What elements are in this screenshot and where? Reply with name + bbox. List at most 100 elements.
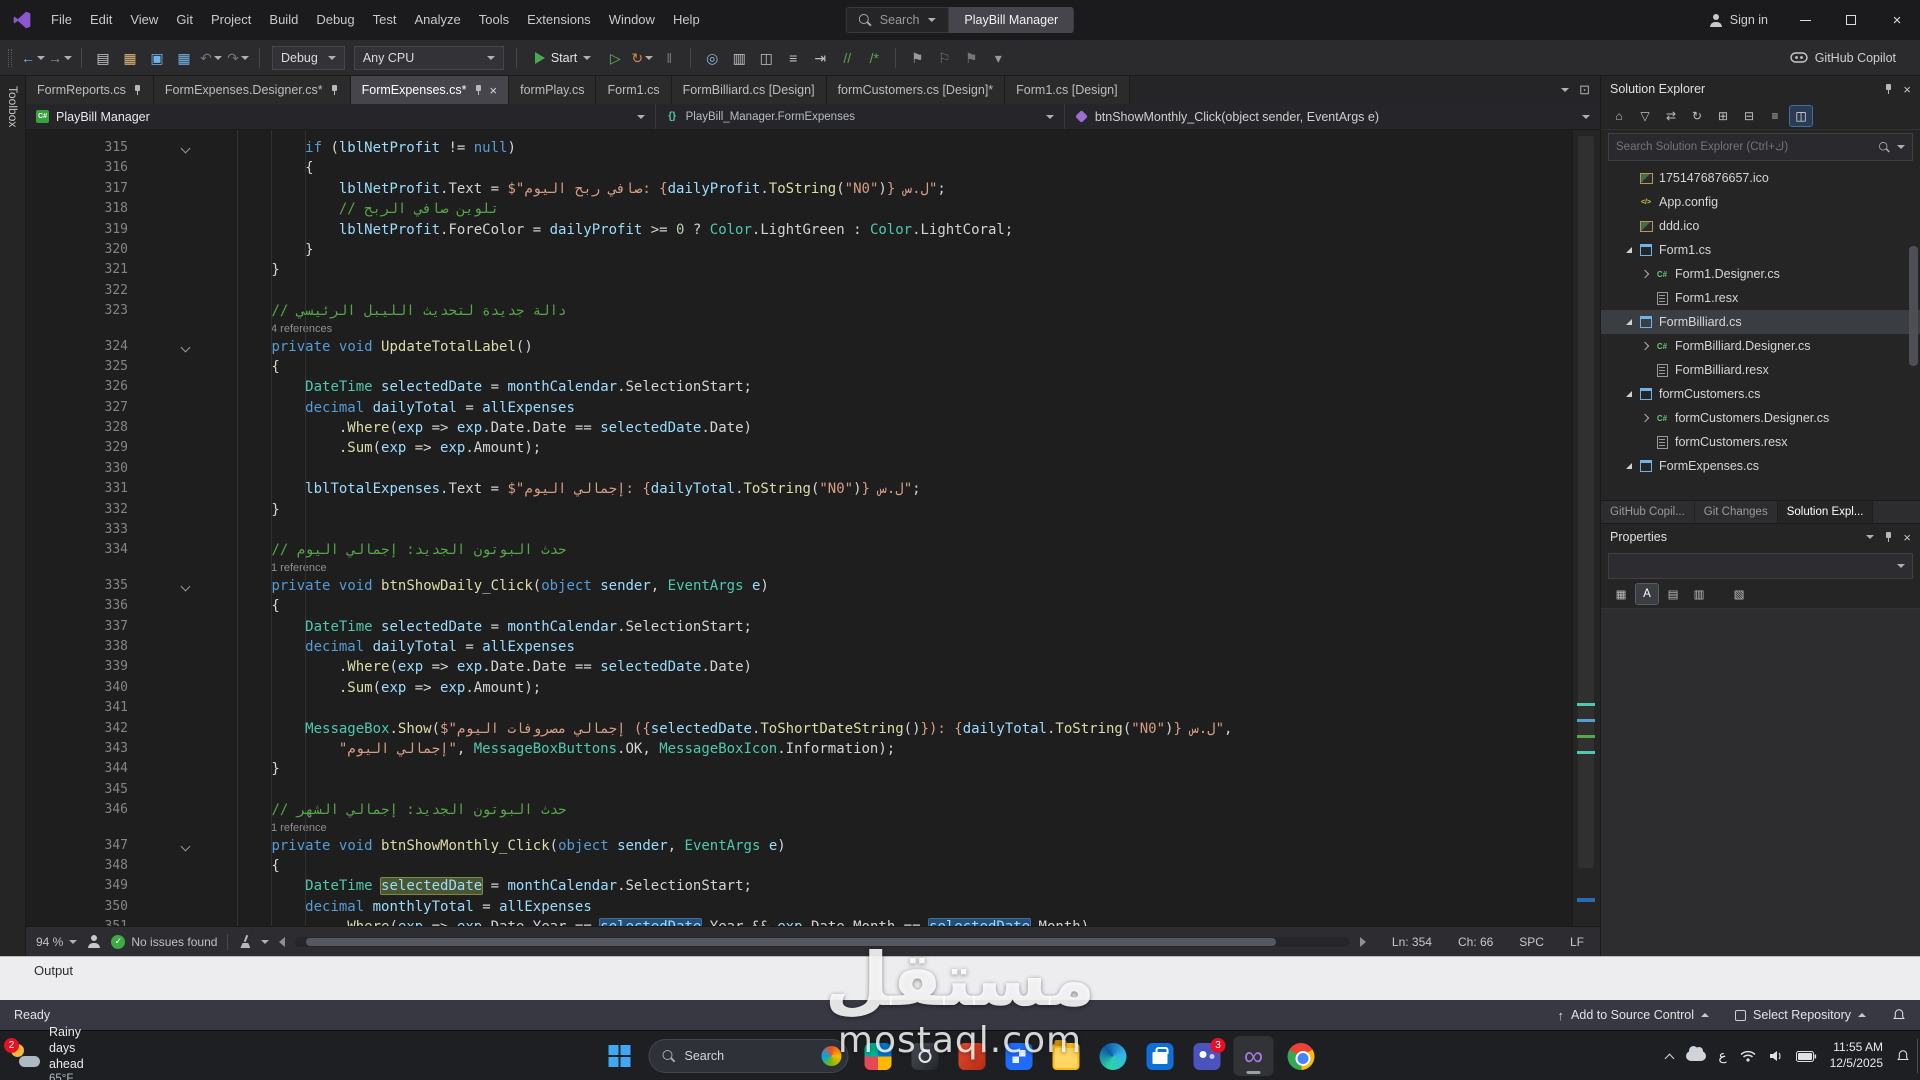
line-number[interactable]: 326 [26, 377, 128, 397]
line-number[interactable]: 331 [26, 479, 128, 499]
line-number[interactable]: 337 [26, 617, 128, 637]
editor-vertical-scrollbar[interactable] [1572, 130, 1600, 926]
scroll-left-arrow[interactable] [279, 937, 285, 947]
fold-margin[interactable] [128, 739, 204, 759]
tree-item-ddd-ico[interactable]: ddd.ico [1601, 214, 1920, 238]
indent-icon[interactable]: ⇥ [808, 46, 832, 70]
line-number[interactable]: 349 [26, 876, 128, 896]
line-number[interactable]: 330 [26, 459, 128, 479]
line-number[interactable]: 321 [26, 260, 128, 280]
line-number[interactable]: 348 [26, 856, 128, 876]
line-number[interactable]: 350 [26, 897, 128, 917]
show-all-files-icon[interactable]: ⊞ [1712, 106, 1734, 126]
output-panel-tab[interactable]: Output [0, 956, 1920, 1000]
tree-item-app-config[interactable]: App.config [1601, 190, 1920, 214]
fold-margin[interactable] [128, 479, 204, 499]
battery-icon[interactable] [1796, 1051, 1817, 1062]
menu-edit[interactable]: Edit [81, 0, 121, 40]
code-cleanup-icon[interactable] [238, 935, 251, 948]
fold-margin[interactable] [128, 800, 204, 820]
property-pages-icon[interactable]: ▧ [1728, 584, 1750, 604]
clock[interactable]: 11:55 AM 12/5/2025 [1830, 1040, 1883, 1071]
photos-icon[interactable] [905, 1036, 945, 1076]
code-line[interactable]: 317 lblNetProfit.Text = $"صافي ربح اليوم… [26, 179, 1572, 199]
code-line[interactable]: 315 if (lblNetProfit != null) [26, 138, 1572, 158]
prev-bookmark-icon[interactable]: ⚐ [932, 46, 956, 70]
tree-item-formcustomers-cs[interactable]: formCustomers.cs [1601, 382, 1920, 406]
toolbox-side-tab[interactable]: Toolbox [0, 76, 26, 956]
solution-search-box[interactable] [1608, 133, 1913, 161]
fold-chevron-icon[interactable] [181, 144, 191, 154]
notification-bell-icon[interactable] [1896, 1049, 1910, 1063]
alphabetical-icon[interactable]: A [1636, 584, 1658, 604]
line-number[interactable]: 315 [26, 138, 128, 158]
save-icon[interactable]: ▣ [145, 46, 169, 70]
document-health-indicator[interactable]: ✓ No issues found [111, 935, 217, 949]
uncomment-icon[interactable]: /* [862, 46, 886, 70]
code-line[interactable]: 318 // تلوين صافي الربح [26, 199, 1572, 219]
codelens-references[interactable]: 1 reference [26, 561, 1572, 576]
pin-icon[interactable] [133, 84, 142, 96]
code-line[interactable]: 344 } [26, 759, 1572, 779]
menu-extensions[interactable]: Extensions [518, 0, 600, 40]
code-line[interactable]: 343 "إجمالي اليوم", MessageBoxButtons.OK… [26, 739, 1572, 759]
open-file-icon[interactable]: ▦ [118, 46, 142, 70]
maximize-button[interactable] [1828, 0, 1874, 40]
office-icon[interactable] [952, 1036, 992, 1076]
code-line[interactable]: 321 } [26, 260, 1572, 280]
fold-margin[interactable] [128, 337, 204, 357]
tab-formplay-cs[interactable]: formPlay.cs [509, 76, 596, 104]
microsoft-365-icon[interactable] [999, 1036, 1039, 1076]
code-line[interactable]: 342 MessageBox.Show($"إجمالي مصروفات الي… [26, 719, 1572, 739]
line-number[interactable]: 325 [26, 357, 128, 377]
member-dropdown[interactable]: btnShowMonthly_Click(object sender, Even… [1065, 104, 1600, 129]
column-indicator[interactable]: Ch: 66 [1458, 935, 1493, 949]
sign-in-button[interactable]: Sign in [1695, 13, 1782, 27]
expander-icon[interactable] [1623, 463, 1635, 469]
taskbar-search[interactable]: Search [649, 1039, 849, 1073]
line-number[interactable]: 344 [26, 759, 128, 779]
fold-chevron-icon[interactable] [181, 342, 191, 352]
back-icon[interactable]: ← [21, 46, 45, 70]
fold-chevron-icon[interactable] [181, 841, 191, 851]
tab-form1-cs[interactable]: Form1.cs [596, 76, 671, 104]
categorized-icon[interactable]: ▦ [1610, 584, 1632, 604]
fold-margin[interactable] [128, 179, 204, 199]
code-line[interactable]: 350 decimal monthlyTotal = allExpenses [26, 897, 1572, 917]
panel-tab-github-copil[interactable]: GitHub Copil... [1601, 501, 1695, 523]
menu-view[interactable]: View [121, 0, 167, 40]
line-number[interactable]: 342 [26, 719, 128, 739]
tree-item-formbilliard-cs[interactable]: FormBilliard.cs [1601, 310, 1920, 334]
code-line[interactable]: 348 { [26, 856, 1572, 876]
code-line[interactable]: 325 { [26, 357, 1572, 377]
fold-margin[interactable] [128, 220, 204, 240]
fold-margin[interactable] [128, 540, 204, 560]
code-line[interactable]: 347 private void btnShowMonthly_Click(ob… [26, 836, 1572, 856]
code-line[interactable]: 334 // حدث البوتون الجديد: إجمالي اليوم [26, 540, 1572, 560]
expander-icon[interactable] [1639, 343, 1651, 349]
start-debugging-button[interactable]: Start [526, 45, 600, 71]
line-number[interactable]: 329 [26, 438, 128, 458]
tree-item-formexpenses-cs[interactable]: FormExpenses.cs [1601, 454, 1920, 478]
collapse-all-icon[interactable]: ≡ [1764, 106, 1786, 126]
document-outline-icon[interactable]: ▥ [727, 46, 751, 70]
line-number[interactable]: 317 [26, 179, 128, 199]
type-dropdown[interactable]: PlayBill_Manager.FormExpenses [656, 104, 1065, 129]
code-line[interactable]: 349 DateTime selectedDate = monthCalenda… [26, 876, 1572, 896]
fold-margin[interactable] [128, 698, 204, 718]
code-line[interactable]: 339 .Where(exp => exp.Date.Date == selec… [26, 657, 1572, 677]
close-icon[interactable]: × [1903, 82, 1911, 97]
pin-icon[interactable] [474, 84, 483, 96]
toolbar-overflow-icon[interactable]: ▾ [986, 46, 1010, 70]
pin-icon[interactable] [1884, 531, 1893, 543]
find-in-files-icon[interactable]: ◎ [700, 46, 724, 70]
fold-margin[interactable] [128, 596, 204, 616]
code-line[interactable]: 345 [26, 780, 1572, 800]
line-ending-indicator[interactable]: LF [1570, 935, 1584, 949]
expander-icon[interactable] [1639, 415, 1651, 421]
configuration-dropdown[interactable]: Debug [272, 46, 345, 70]
file-explorer-icon[interactable] [1046, 1036, 1086, 1076]
fold-margin[interactable] [128, 876, 204, 896]
chrome-icon[interactable] [1281, 1036, 1321, 1076]
filter-icon[interactable]: ▽ [1634, 106, 1656, 126]
